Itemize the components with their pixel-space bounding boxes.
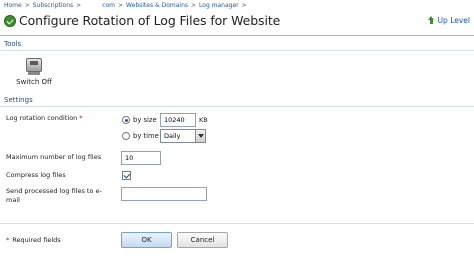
breadcrumb-home[interactable]: Home (4, 2, 22, 9)
ok-button[interactable]: OK (121, 232, 172, 248)
page-header: Configure Rotation of Log Files for Webs… (4, 13, 470, 31)
by-size-input[interactable]: 10240 (160, 113, 196, 127)
by-size-label: by size (133, 116, 157, 124)
settings-section-title: Settings (4, 96, 33, 104)
required-marker: * (79, 114, 83, 122)
send-email-label-line2: mail (6, 196, 20, 204)
breadcrumb-separator: > (76, 2, 82, 9)
up-level-label: Up Level (437, 16, 470, 25)
page-title: Configure Rotation of Log Files for Webs… (19, 13, 281, 28)
by-size-unit: KB (199, 116, 208, 124)
divider (0, 223, 474, 224)
divider (0, 35, 474, 36)
breadcrumb-separator: > (241, 2, 247, 9)
chevron-down-icon (195, 130, 205, 142)
required-note-marker: * (6, 236, 10, 244)
check-circle-icon (4, 15, 16, 27)
by-time-selected-value: Daily (164, 132, 181, 140)
breadcrumb: Home > Subscriptions > com > Websites & Domain… (4, 2, 250, 11)
breadcrumb-separator: > (118, 2, 124, 9)
breadcrumb-subscriptions[interactable]: Subscriptions (33, 2, 73, 9)
switch-off-button[interactable]: Switch Off (14, 58, 54, 90)
breadcrumb-separator: > (191, 2, 197, 9)
by-time-label: by time (133, 132, 159, 140)
divider (0, 106, 474, 107)
switch-off-label: Switch Off (16, 78, 52, 86)
divider (0, 50, 474, 51)
by-time-select[interactable]: Daily (160, 129, 206, 143)
by-time-radio[interactable] (122, 132, 130, 140)
by-size-radio[interactable] (122, 116, 130, 124)
breadcrumb-domain[interactable]: com (102, 2, 115, 9)
up-arrow-icon (427, 16, 435, 24)
tools-section-title: Tools (4, 40, 22, 48)
required-note-text: Required fields (12, 236, 61, 244)
rotation-condition-text: Log rotation condition (6, 114, 78, 122)
max-log-files-label: Maximum number of log files (6, 153, 102, 161)
send-email-input[interactable] (121, 187, 207, 201)
breadcrumb-websites-domains[interactable]: Websites & Domains (126, 2, 188, 9)
cancel-button[interactable]: Cancel (177, 232, 228, 248)
breadcrumb-log-manager[interactable]: Log manager (199, 2, 239, 9)
required-note: * Required fields (6, 236, 61, 244)
rotation-condition-label: Log rotation condition * (6, 114, 83, 122)
send-email-label-line1: Send processed log files to e- (6, 187, 102, 195)
compress-checkbox[interactable] (122, 171, 131, 180)
compress-label: Compress log files (6, 171, 66, 179)
max-log-files-input[interactable]: 10 (121, 151, 161, 165)
switch-off-icon (26, 58, 42, 75)
breadcrumb-separator: > (24, 2, 30, 9)
up-level-link[interactable]: Up Level (427, 16, 470, 25)
